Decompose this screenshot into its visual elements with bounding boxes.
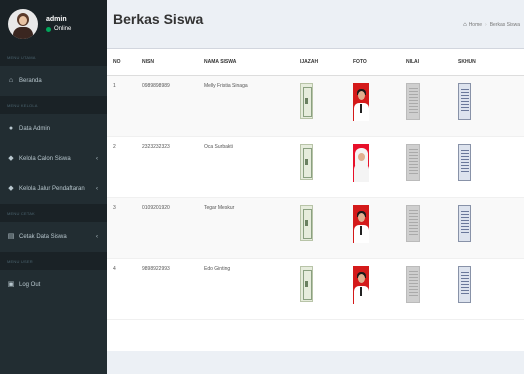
column-header-nama: NAMA SISWA <box>198 49 294 76</box>
cell-nama: Edo Ginting <box>198 258 294 320</box>
ijazah-thumbnail[interactable] <box>300 143 313 180</box>
user-status: Online <box>46 26 71 32</box>
foto-thumbnail[interactable] <box>353 265 369 304</box>
breadcrumb-current: Berkas Siswa <box>489 22 520 28</box>
sidebar-item-kelola-calon-siswa[interactable]: ◆ Kelola Calon Siswa ‹ <box>0 144 107 174</box>
lock-icon: ▣ <box>7 281 15 288</box>
sidebar-item-label: Beranda <box>19 78 42 84</box>
skhun-thumbnail[interactable] <box>458 143 471 181</box>
sidebar-item-beranda[interactable]: ⌂ Beranda <box>0 66 107 96</box>
sidebar-item-label: Kelola Jalur Pendaftaran <box>19 186 85 192</box>
column-header-nilai: NILAI <box>400 49 452 76</box>
skhun-thumbnail[interactable] <box>458 265 471 303</box>
user-name: admin <box>46 16 67 23</box>
foto-thumbnail[interactable] <box>353 204 369 243</box>
breadcrumb: ⌂ Home › Berkas Siswa <box>463 22 520 28</box>
content-footer-area <box>107 351 524 374</box>
column-header-foto: FOTO <box>347 49 400 76</box>
foto-thumbnail[interactable] <box>353 82 369 121</box>
table-header-row: NO NISN NAMA SISWA IJAZAH FOTO NILAI SKH… <box>107 49 524 76</box>
breadcrumb-separator: › <box>485 22 487 28</box>
home-icon: ⌂ <box>8 77 14 84</box>
cell-no: 2 <box>107 136 136 198</box>
chevron-left-icon: ‹ <box>96 234 98 240</box>
avatar <box>8 9 38 39</box>
cell-no: 1 <box>107 75 136 137</box>
sidebar-item-data-admin[interactable]: ● Data Admin <box>0 114 107 144</box>
cell-nama: Melly Fristia Sinaga <box>198 75 294 137</box>
nilai-thumbnail[interactable] <box>406 265 420 303</box>
cell-no: 3 <box>107 197 136 259</box>
book-icon: ▤ <box>7 233 15 240</box>
berkas-table-box: NO NISN NAMA SISWA IJAZAH FOTO NILAI SKH… <box>107 48 524 351</box>
online-dot-icon <box>46 26 51 32</box>
table-row: 2 2323232323 Oca Surbakti <box>107 136 524 198</box>
sidebar-item-log-out[interactable]: ▣ Log Out <box>0 270 107 300</box>
table-row: 1 0989898989 Melly Fristia Sinaga <box>107 75 524 137</box>
sidebar-item-label: Cetak Data Siswa <box>19 234 67 240</box>
menu-header-user: MENU USER <box>0 252 107 270</box>
user-info: admin Online <box>46 16 71 32</box>
cell-nama: Tegar Meskur <box>198 197 294 259</box>
cell-no: 4 <box>107 258 136 320</box>
chevron-left-icon: ‹ <box>96 156 98 162</box>
graduation-cap-icon: ◆ <box>8 155 14 162</box>
nilai-thumbnail[interactable] <box>406 82 420 120</box>
sidebar-item-kelola-jalur[interactable]: ◆ Kelola Jalur Pendaftaran ‹ <box>0 174 107 204</box>
ijazah-thumbnail[interactable] <box>300 82 313 119</box>
ijazah-thumbnail[interactable] <box>300 204 313 241</box>
column-header-skhun: SKHUN <box>452 49 524 76</box>
column-header-no: NO <box>107 49 136 76</box>
cell-nisn: 0989898989 <box>136 75 198 137</box>
home-icon: ⌂ <box>463 22 467 28</box>
skhun-thumbnail[interactable] <box>458 204 471 242</box>
cell-nisn: 0109201920 <box>136 197 198 259</box>
skhun-thumbnail[interactable] <box>458 82 471 120</box>
menu-header-kelola: MENU KELOLA <box>0 96 107 114</box>
user-icon: ● <box>8 125 14 132</box>
table-row: 3 0109201920 Tegar Meskur <box>107 197 524 259</box>
column-header-ijazah: IJAZAH <box>294 49 347 76</box>
sidebar-item-label: Data Admin <box>19 126 51 132</box>
sidebar: admin Online MENU UTAMA ⌂ Beranda MENU K… <box>0 0 107 374</box>
nilai-thumbnail[interactable] <box>406 204 420 242</box>
page-title: Berkas Siswa <box>113 11 204 27</box>
breadcrumb-home[interactable]: Home <box>469 22 482 28</box>
ijazah-thumbnail[interactable] <box>300 265 313 302</box>
chevron-left-icon: ‹ <box>96 186 98 192</box>
menu-header-cetak: MENU CETAK <box>0 204 107 222</box>
foto-thumbnail[interactable] <box>353 143 369 182</box>
content-header: Berkas Siswa ⌂ Home › Berkas Siswa <box>107 0 524 44</box>
graduation-cap-icon: ◆ <box>8 185 14 192</box>
user-status-label: Online <box>54 26 72 32</box>
berkas-table: NO NISN NAMA SISWA IJAZAH FOTO NILAI SKH… <box>107 49 524 320</box>
table-row: 4 9898922993 Edo Ginting <box>107 258 524 320</box>
menu-header-utama: MENU UTAMA <box>0 48 107 66</box>
cell-nisn: 2323232323 <box>136 136 198 198</box>
cell-nama: Oca Surbakti <box>198 136 294 198</box>
user-panel: admin Online <box>0 0 107 48</box>
sidebar-item-label: Kelola Calon Siswa <box>19 156 71 162</box>
nilai-thumbnail[interactable] <box>406 143 420 181</box>
column-header-nisn: NISN <box>136 49 198 76</box>
sidebar-item-cetak-data-siswa[interactable]: ▤ Cetak Data Siswa ‹ <box>0 222 107 252</box>
sidebar-item-label: Log Out <box>19 282 41 288</box>
cell-nisn: 9898922993 <box>136 258 198 320</box>
